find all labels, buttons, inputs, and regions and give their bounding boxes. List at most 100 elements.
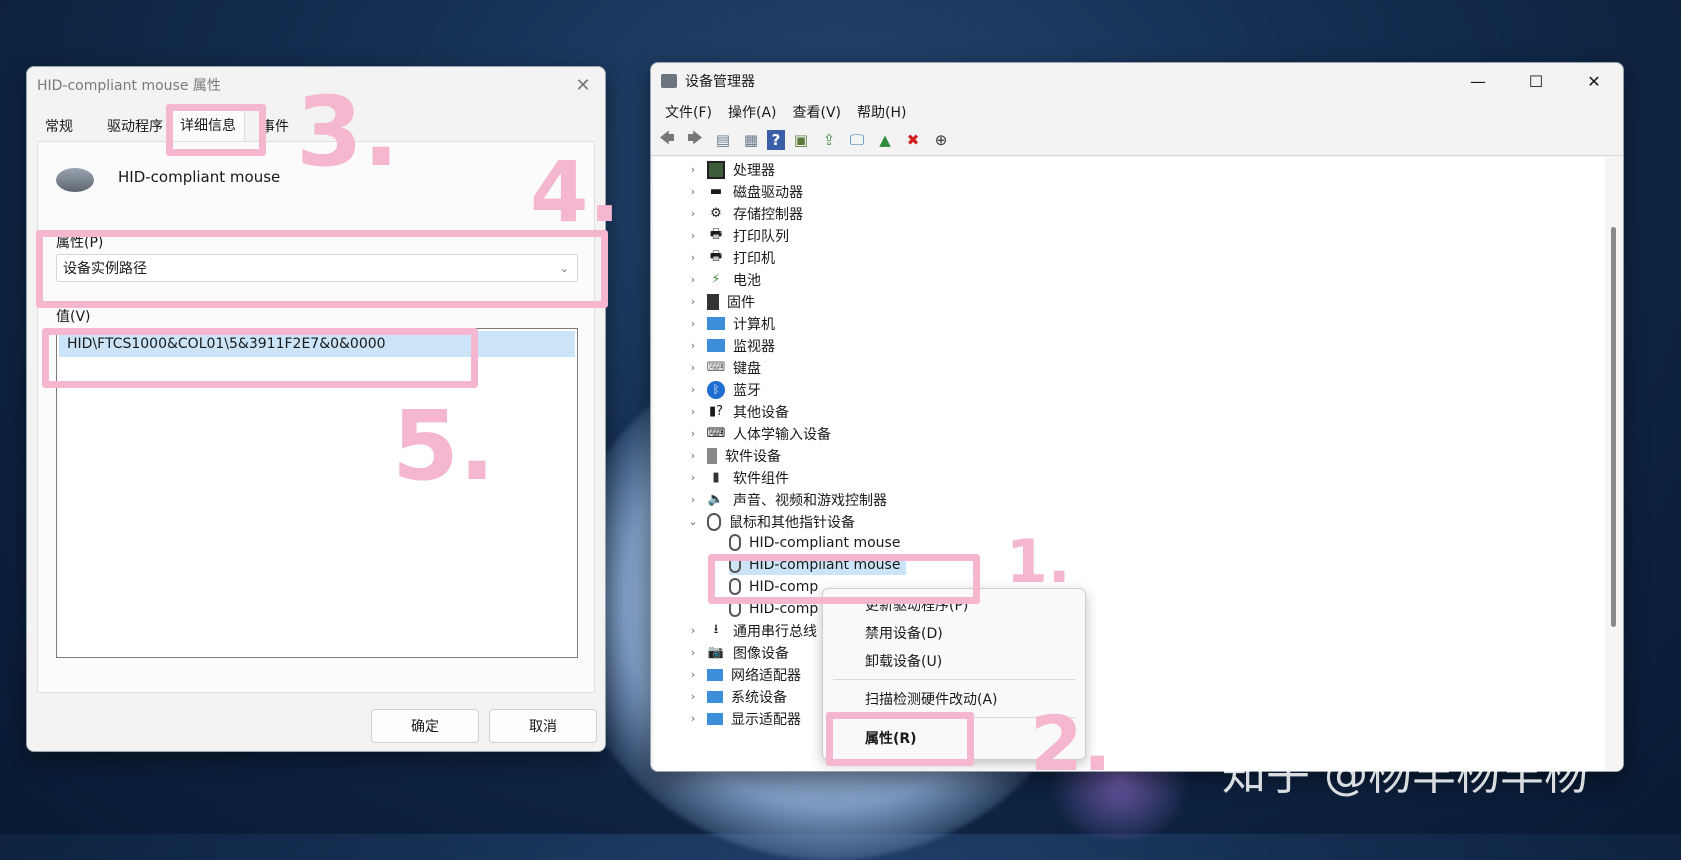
help-icon[interactable]: ? xyxy=(767,130,785,150)
minimize-icon[interactable]: — xyxy=(1449,63,1507,99)
tree-item[interactable]: › ⚙ 存储控制器 xyxy=(687,203,803,224)
tab-driver[interactable]: 驱动程序 xyxy=(99,111,171,141)
view-icon[interactable]: ▣ xyxy=(789,128,813,152)
mouse-device-label: HID-compliant mouse xyxy=(749,534,901,551)
chevron-right-icon: › xyxy=(690,273,696,286)
tree-label: 固件 xyxy=(727,294,755,311)
tree-label: 计算机 xyxy=(733,316,775,333)
menu-view[interactable]: 查看(V) xyxy=(785,102,850,122)
value-label: 值(V) xyxy=(56,309,91,325)
tree-item[interactable]: ⌄ 鼠标和其他指针设备 xyxy=(687,511,855,532)
dialog-title: HID-compliant mouse 属性 xyxy=(37,78,221,94)
scan-hardware-icon[interactable]: 🖵 xyxy=(845,128,869,152)
tree-label: 网络适配器 xyxy=(731,667,801,684)
menu-file[interactable]: 文件(F) xyxy=(657,102,720,122)
chevron-right-icon: › xyxy=(690,339,696,352)
tree-item[interactable]: › ⌨ 键盘 xyxy=(687,357,761,378)
toolbar: 🡄 🡆 ▤ ▦ ? ▣ ⇪ 🖵 ▲ ✖ ⊕ xyxy=(651,125,1623,156)
tree-label: 打印队列 xyxy=(733,228,789,245)
tree-item[interactable]: › ᛒ 蓝牙 xyxy=(687,379,761,400)
tree-label: 图像设备 xyxy=(733,645,789,662)
chevron-right-icon: › xyxy=(690,383,696,396)
tree-scrollbar[interactable] xyxy=(1605,157,1623,771)
firmware-icon xyxy=(707,293,719,310)
device-manager-icon xyxy=(661,74,677,88)
print-queue-icon: 🖶 xyxy=(709,226,723,242)
disable-device-icon[interactable]: ⊕ xyxy=(929,128,953,152)
chevron-right-icon: › xyxy=(690,295,696,308)
cancel-button[interactable]: 取消 xyxy=(489,709,597,743)
chevron-right-icon: › xyxy=(690,668,696,681)
tree-label: 系统设备 xyxy=(731,689,787,706)
display-adapter-icon xyxy=(707,712,723,725)
watermark: 知乎 @杨羊杨羊杨 xyxy=(1222,749,1588,800)
tree-label: 鼠标和其他指针设备 xyxy=(729,514,855,531)
tree-item[interactable]: › 📷 图像设备 xyxy=(687,642,789,663)
tree-item[interactable]: › 监视器 xyxy=(687,335,775,356)
chevron-right-icon: › xyxy=(690,207,696,220)
forward-icon[interactable]: 🡆 xyxy=(683,128,707,152)
update-driver-icon[interactable]: ⇪ xyxy=(817,128,841,152)
scrollbar-thumb[interactable] xyxy=(1611,227,1616,627)
menu-help[interactable]: 帮助(H) xyxy=(849,102,914,122)
menu-separator xyxy=(833,679,1075,680)
chevron-right-icon: › xyxy=(690,163,696,176)
device-tree: › 处理器 › ▬ 磁盘驱动器 › ⚙ 存储控制器 › 🖶 打印队列 › 🖶 打印机 › ⚡ 电池 ›… xyxy=(653,157,1605,771)
software-component-icon: ▮ xyxy=(712,470,720,485)
mouse-device-item[interactable]: HID-compliant mouse xyxy=(729,532,900,553)
details-panel: HID-compliant mouse 属性(P) 设备实例路径 ⌄ 值(V) … xyxy=(37,141,595,693)
enable-device-icon[interactable]: ▲ xyxy=(873,128,897,152)
highlight-property-select xyxy=(36,230,608,308)
tree-item[interactable]: › 固件 xyxy=(687,291,755,312)
menu-uninstall-device[interactable]: 卸载设备(U) xyxy=(823,649,1085,673)
mouse-icon xyxy=(729,534,741,551)
tree-item[interactable]: › 🖶 打印机 xyxy=(687,247,775,268)
tree-label: 显示适配器 xyxy=(731,711,801,728)
show-hide-tree-icon[interactable]: ▤ xyxy=(711,128,735,152)
tree-item[interactable]: › ⚡ 电池 xyxy=(687,269,761,290)
chevron-right-icon: › xyxy=(690,449,696,462)
back-icon[interactable]: 🡄 xyxy=(655,128,679,152)
tree-label: 电池 xyxy=(733,272,761,289)
usb-icon: ⭳ xyxy=(713,621,719,637)
tree-label: 存储控制器 xyxy=(733,206,803,223)
tree-item[interactable]: › 🖶 打印队列 xyxy=(687,225,789,246)
disk-icon: ▬ xyxy=(709,184,723,199)
tree-label: 打印机 xyxy=(733,250,775,267)
tree-item[interactable]: › 软件设备 xyxy=(687,445,781,466)
battery-icon: ⚡ xyxy=(711,272,721,287)
tree-item[interactable]: › 显示适配器 xyxy=(687,708,801,729)
ok-button[interactable]: 确定 xyxy=(371,709,479,743)
network-icon xyxy=(707,668,723,681)
tree-item[interactable]: › 网络适配器 xyxy=(687,664,801,685)
tree-item[interactable]: › 处理器 xyxy=(687,159,775,180)
tree-item[interactable]: › 🔈 声音、视频和游戏控制器 xyxy=(687,489,887,510)
processor-icon xyxy=(707,160,725,179)
chevron-right-icon: › xyxy=(690,646,696,659)
menu-disable-device[interactable]: 禁用设备(D) xyxy=(823,621,1085,645)
tab-general[interactable]: 常规 xyxy=(37,111,81,141)
tree-item[interactable]: › 系统设备 xyxy=(687,686,787,707)
menu-bar: 文件(F) 操作(A) 查看(V) 帮助(H) xyxy=(651,99,1623,125)
tree-item[interactable]: › ▬ 磁盘驱动器 xyxy=(687,181,803,202)
tree-item[interactable]: › ▮? 其他设备 xyxy=(687,401,789,422)
tree-label: 软件组件 xyxy=(733,470,789,487)
chevron-right-icon: › xyxy=(690,229,696,242)
chevron-right-icon: › xyxy=(690,405,696,418)
close-window-icon[interactable]: ✕ xyxy=(1565,63,1623,99)
menu-action[interactable]: 操作(A) xyxy=(720,102,785,122)
tree-item[interactable]: › ⭳ 通用串行总线 xyxy=(687,620,817,641)
tree-label: 磁盘驱动器 xyxy=(733,184,803,201)
tree-item[interactable]: › 计算机 xyxy=(687,313,775,334)
uninstall-icon[interactable]: ✖ xyxy=(901,128,925,152)
mouse-icon xyxy=(707,512,721,531)
close-icon[interactable]: ✕ xyxy=(571,73,595,97)
chevron-right-icon: › xyxy=(690,712,696,725)
devmgr-title: 设备管理器 xyxy=(685,74,755,90)
properties-icon[interactable]: ▦ xyxy=(739,128,763,152)
hid-icon: ⌨ xyxy=(706,426,726,441)
tree-item[interactable]: › ▮ 软件组件 xyxy=(687,467,789,488)
computer-icon xyxy=(707,317,725,330)
tree-item[interactable]: › ⌨ 人体学输入设备 xyxy=(687,423,831,444)
maximize-icon[interactable]: ☐ xyxy=(1507,63,1565,99)
